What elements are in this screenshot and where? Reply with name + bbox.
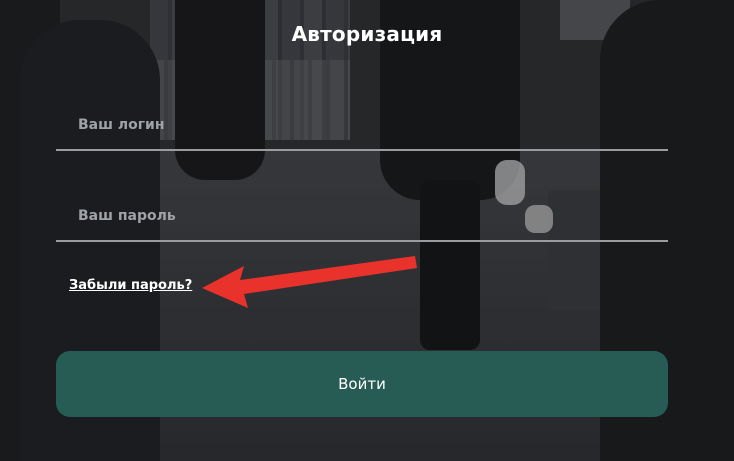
arrow-pointer-icon [202, 256, 417, 308]
login-input[interactable] [56, 101, 668, 151]
login-button[interactable]: Войти [56, 351, 668, 417]
password-input[interactable] [56, 192, 668, 242]
forgot-password-link[interactable]: Забыли пароль? [69, 278, 192, 293]
page-title: Авторизация [291, 22, 443, 46]
login-page: Авторизация Забыли пароль? Войти [0, 0, 734, 461]
